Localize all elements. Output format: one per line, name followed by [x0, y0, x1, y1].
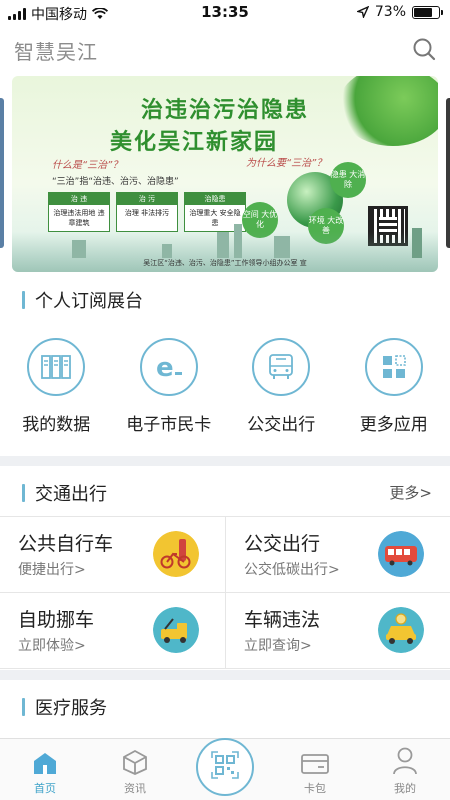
personal-quick-grid: 我的数据 e 电子市民卡 公交出行 更多应用: [0, 338, 450, 435]
tow-truck-icon: [153, 607, 199, 653]
card-subtitle: 立即查询>: [244, 638, 312, 654]
banner-bubble: 隐患 大消除: [330, 162, 366, 198]
wallet-icon: [301, 754, 329, 774]
tab-home[interactable]: 首页: [0, 739, 90, 800]
app-title: 智慧吴江: [14, 40, 98, 64]
banner-question-1: 什么是“三治”？: [52, 160, 123, 171]
banner-box-head: 治 违: [49, 193, 109, 205]
card-title: 自助挪车: [18, 609, 95, 631]
section-divider: [0, 456, 450, 466]
bus-icon: [252, 338, 311, 396]
apps-grid-icon: [364, 338, 423, 396]
card-title: 公交出行: [244, 533, 321, 555]
banner-box-head: 治隐患: [185, 193, 245, 205]
banner-prev-peek[interactable]: [0, 98, 4, 248]
quick-item-label: 更多应用: [359, 415, 428, 435]
quick-item-label: 电子市民卡: [126, 415, 212, 435]
banner-question-2: 为什么要“三治”？: [246, 158, 327, 169]
status-bar: 中国移动 13:35 73%: [0, 0, 450, 26]
search-icon[interactable]: [412, 37, 436, 61]
card-public-bike[interactable]: 公共自行车 便捷出行>: [0, 517, 225, 592]
banner-box-head: 治 污: [117, 193, 177, 205]
quick-item-more-apps[interactable]: 更多应用: [338, 338, 450, 435]
card-self-move-car[interactable]: 自助挪车 立即体验>: [0, 593, 225, 668]
section-title-text: 个人订阅展台: [35, 291, 143, 312]
card-row: 自助挪车 立即体验> 车辆违法 立即查询>: [0, 593, 450, 669]
section-title-personal: 个人订阅展台: [22, 287, 143, 313]
card-title: 公共自行车: [18, 533, 114, 555]
traffic-cards: 公共自行车 便捷出行> 公交出行 公交低碳出行> 自助挪车 立即体验> 车辆违法…: [0, 516, 450, 669]
section-divider: [0, 670, 450, 680]
location-arrow-icon: [356, 6, 369, 18]
banner-box: 治 违 治理违法用地 违章建筑: [48, 192, 110, 232]
quick-item-my-data[interactable]: 我的数据: [0, 338, 112, 435]
quick-item-bus[interactable]: 公交出行: [225, 338, 337, 435]
banner-box-body: 治理违法用地 违章建筑: [53, 209, 105, 227]
svg-text:e: e: [156, 353, 174, 382]
card-subtitle: 立即体验>: [18, 638, 86, 654]
e-card-icon: e: [139, 338, 198, 396]
bicycle-icon: [153, 531, 199, 577]
tab-label: 我的: [394, 782, 416, 795]
qr-scan-icon: [196, 738, 254, 796]
card-subtitle: 便捷出行>: [18, 562, 86, 578]
taxi-icon: [378, 607, 424, 653]
section-title-text: 交通出行: [35, 484, 107, 505]
tab-mine[interactable]: 我的: [360, 739, 450, 800]
banner-box: 治 污 治理 非法排污: [116, 192, 178, 232]
banner-boxes: 治 违 治理违法用地 违章建筑 治 污 治理 非法排污 治隐患 治理重大 安全隐…: [48, 192, 246, 232]
tab-label: 卡包: [304, 782, 326, 795]
user-icon: [393, 747, 417, 775]
banner-headline-1: 治违治污治隐患: [140, 98, 309, 123]
quick-item-label: 我的数据: [22, 415, 91, 435]
card-row: 公共自行车 便捷出行> 公交出行 公交低碳出行>: [0, 517, 450, 593]
battery-icon: [412, 5, 443, 19]
quick-item-label: 公交出行: [247, 415, 316, 435]
tab-scan[interactable]: [180, 738, 270, 800]
promo-banner[interactable]: 治违治污治隐患 美化吴江新家园 什么是“三治”？ 为什么要“三治”？ “三治”指…: [12, 76, 438, 272]
banner-definition: “三治”指“治违、治污、治隐患”: [52, 177, 179, 187]
section-title-medical: 医疗服务: [22, 694, 107, 720]
tab-wallet[interactable]: 卡包: [270, 739, 360, 800]
quick-item-e-card[interactable]: e 电子市民卡: [113, 338, 225, 435]
card-vehicle-violation[interactable]: 车辆违法 立即查询>: [225, 593, 450, 668]
home-icon: [34, 753, 56, 774]
tab-label: 首页: [34, 782, 56, 795]
cube-icon: [123, 749, 147, 775]
section-title-traffic: 交通出行: [22, 480, 107, 506]
tab-news[interactable]: 资讯: [90, 739, 180, 800]
card-title: 车辆违法: [244, 609, 321, 631]
banner-footer: 吴江区“治违、治污、治隐患”工作领导小组办公室 宣: [143, 259, 307, 267]
bus-front-icon: [378, 531, 424, 577]
banner-next-peek[interactable]: [446, 98, 450, 248]
battery-percent: 73%: [374, 4, 406, 20]
database-icon: [27, 338, 86, 396]
tab-label: 资讯: [124, 782, 146, 795]
card-subtitle: 公交低碳出行>: [244, 562, 340, 578]
bottom-tab-bar: 首页 资讯 卡包 我的: [0, 738, 450, 800]
app-header: 智慧吴江: [0, 30, 450, 70]
banner-box-body: 治理 非法排污: [124, 209, 170, 217]
traffic-more-link[interactable]: 更多>: [389, 482, 432, 503]
section-title-text: 医疗服务: [35, 698, 107, 719]
banner-headline-2: 美化吴江新家园: [110, 130, 279, 155]
card-bus-travel[interactable]: 公交出行 公交低碳出行>: [225, 517, 450, 592]
